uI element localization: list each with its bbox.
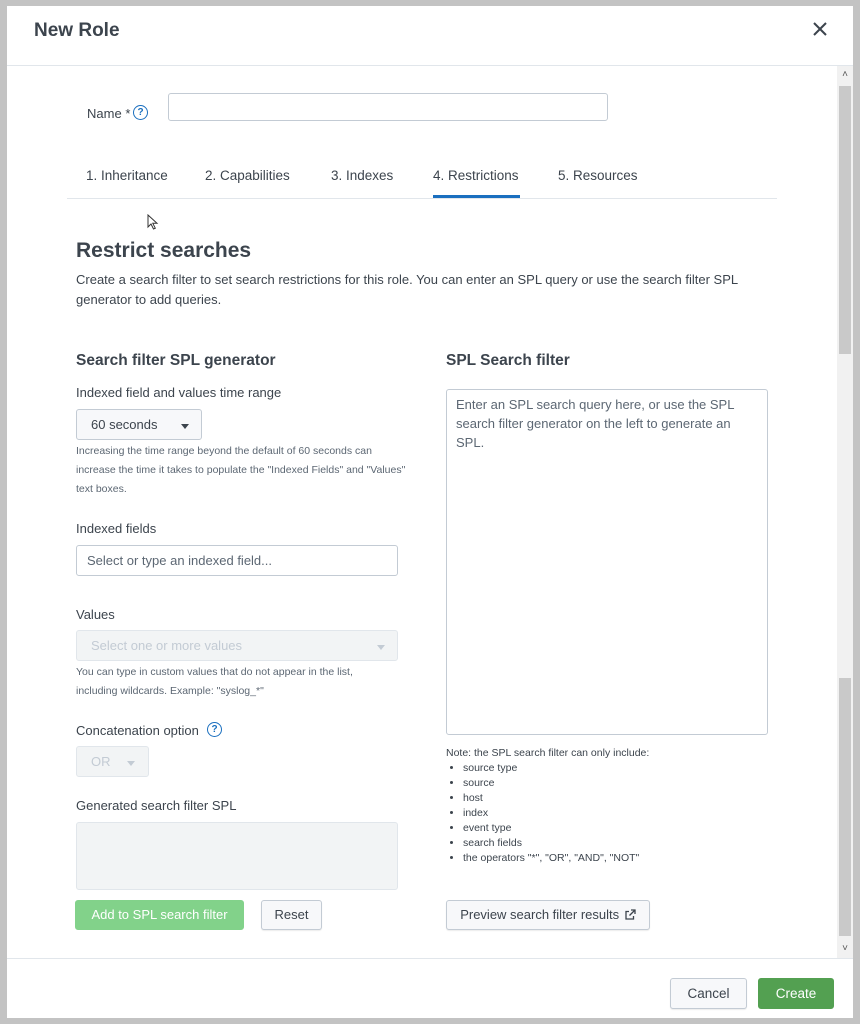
role-tabs: 1. Inheritance 2. Capabilities 3. Indexe… <box>67 152 777 199</box>
dialog-title: New Role <box>34 20 120 41</box>
values-placeholder: Select one or more values <box>91 638 243 653</box>
tab-capabilities[interactable]: 2. Capabilities <box>205 168 290 183</box>
note-item: index <box>463 806 649 821</box>
indexed-fields-label: Indexed fields <box>76 521 157 536</box>
name-label: Name * <box>87 106 130 121</box>
cancel-button[interactable]: Cancel <box>670 978 747 1009</box>
tab-indexes[interactable]: 3. Indexes <box>331 168 393 183</box>
scroll-up-icon[interactable]: ˄ <box>840 70 850 80</box>
concat-dropdown[interactable]: OR <box>76 746 149 777</box>
scrollbar-thumb-lower <box>839 678 851 936</box>
time-range-help: Increasing the time range beyond the def… <box>76 445 406 495</box>
caret-down-icon <box>377 645 385 650</box>
time-range-label: Indexed field and values time range <box>76 385 282 400</box>
tab-restrictions[interactable]: 4. Restrictions <box>433 168 519 183</box>
external-link-icon <box>625 909 636 920</box>
concat-value: OR <box>91 754 111 769</box>
time-range-dropdown[interactable]: 60 seconds <box>76 409 202 440</box>
note-item: event type <box>463 821 649 836</box>
note-item: host <box>463 791 649 806</box>
section-description: Create a search filter to set search res… <box>76 272 738 307</box>
name-input[interactable] <box>168 93 608 121</box>
generated-spl-box <box>76 822 398 890</box>
note-item: source type <box>463 761 649 776</box>
name-help-icon[interactable]: ? <box>133 105 148 120</box>
new-role-dialog: New Role Name * ? 1. Inheritance 2. Capa… <box>7 6 853 1018</box>
add-to-spl-button[interactable]: Add to SPL search filter <box>75 900 244 930</box>
section-title: Restrict searches <box>76 239 252 262</box>
note-title: Note: the SPL search filter can only inc… <box>446 747 650 759</box>
dialog-body: Name * ? 1. Inheritance 2. Capabilities … <box>7 66 853 958</box>
create-button[interactable]: Create <box>758 978 834 1009</box>
note-item: search fields <box>463 836 649 851</box>
active-tab-indicator <box>433 195 520 198</box>
dialog-header: New Role <box>7 6 853 66</box>
name-label-text: Name <box>87 106 122 121</box>
reset-button[interactable]: Reset <box>261 900 322 930</box>
preview-results-button[interactable]: Preview search filter results <box>446 900 650 930</box>
concat-help-icon[interactable]: ? <box>207 722 222 737</box>
spl-search-filter-textarea[interactable] <box>446 389 768 735</box>
dialog-footer: Cancel Create <box>7 958 853 1018</box>
indexed-fields-input[interactable] <box>76 545 398 576</box>
concat-label: Concatenation option <box>76 723 199 738</box>
vertical-scrollbar[interactable]: ˄ ˅ <box>837 66 853 958</box>
tab-resources[interactable]: 5. Resources <box>558 168 638 183</box>
note-item: source <box>463 776 649 791</box>
caret-down-icon <box>181 424 189 429</box>
note-list: source type source host index event type… <box>446 761 649 866</box>
tab-inheritance[interactable]: 1. Inheritance <box>86 168 168 183</box>
values-label: Values <box>76 607 115 622</box>
values-multiselect[interactable]: Select one or more values <box>76 630 398 661</box>
values-help: You can type in custom values that do no… <box>76 666 353 697</box>
spl-filter-heading: SPL Search filter <box>446 352 570 369</box>
generated-spl-label: Generated search filter SPL <box>76 798 237 813</box>
close-icon[interactable] <box>807 16 833 42</box>
caret-down-icon <box>127 761 135 766</box>
required-mark: * <box>125 106 131 121</box>
scroll-down-icon[interactable]: ˅ <box>840 944 850 954</box>
preview-button-label: Preview search filter results <box>460 907 620 922</box>
scrollbar-thumb[interactable] <box>839 86 851 354</box>
time-range-value: 60 seconds <box>91 417 158 432</box>
generator-heading: Search filter SPL generator <box>76 352 276 369</box>
mouse-cursor-icon <box>147 214 159 230</box>
note-item: the operators "*", "OR", "AND", "NOT" <box>463 851 649 866</box>
spl-note: Note: the SPL search filter can only inc… <box>446 746 649 866</box>
